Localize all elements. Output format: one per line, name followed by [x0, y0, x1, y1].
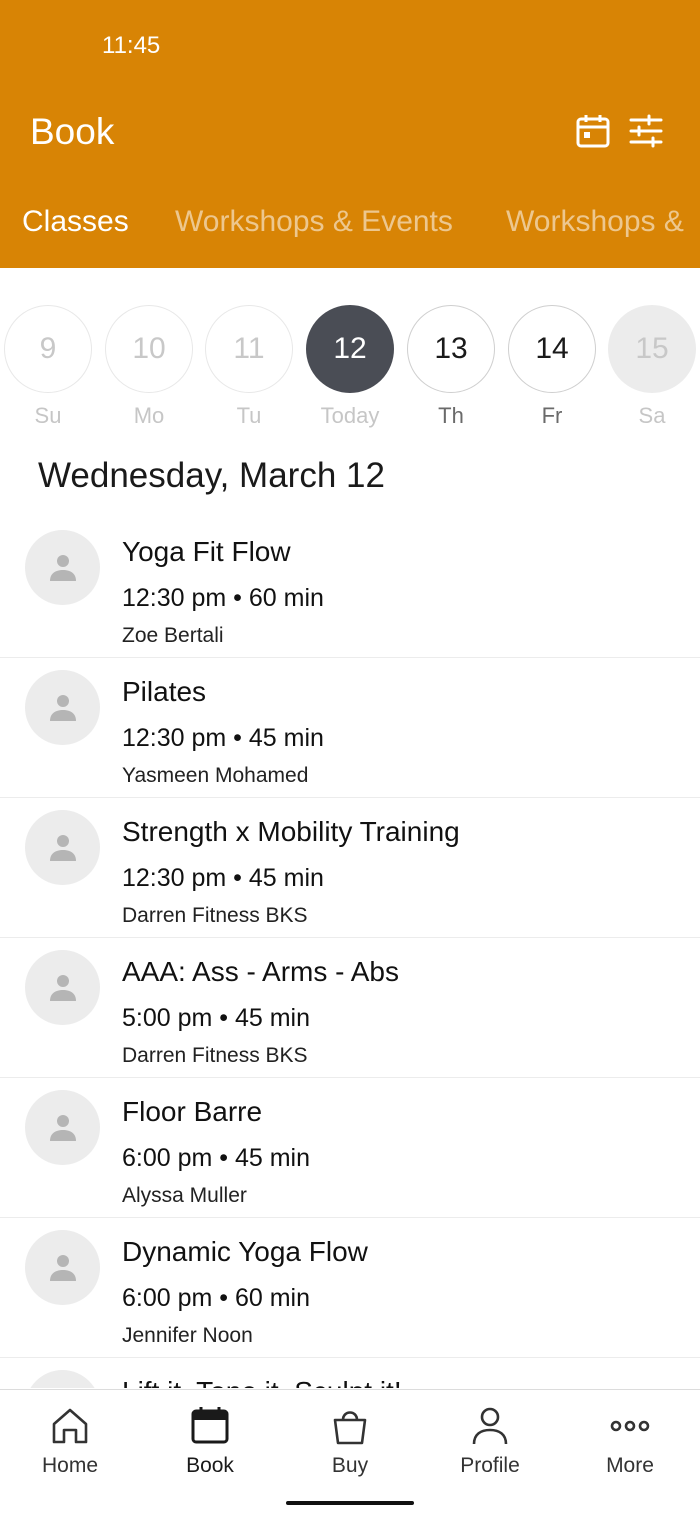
nav-profile[interactable]: Profile [435, 1404, 545, 1478]
class-time: 12:30 pm • 60 min [122, 584, 324, 612]
instructor-avatar [25, 1230, 100, 1305]
person-placeholder-icon [49, 694, 76, 721]
category-tabs: Classes Workshops & Events Workshops & [0, 205, 700, 255]
app-header: 11:45 Book Classes Workshops & Events Wo… [0, 0, 700, 268]
instructor-avatar [25, 530, 100, 605]
class-instructor: Alyssa Muller [122, 1184, 247, 1207]
day-selector: 9 Su 10 Mo 11 Tu 12 Today 13 Th 14 Fr 15… [0, 305, 700, 435]
day-number: 14 [508, 305, 596, 393]
day-10[interactable]: 10 Mo [104, 305, 194, 429]
day-15[interactable]: 15 Sa [607, 305, 697, 429]
day-number: 15 [608, 305, 696, 393]
class-time: 6:00 pm • 45 min [122, 1144, 311, 1172]
instructor-avatar [25, 1370, 100, 1388]
day-label: Today [320, 403, 380, 428]
class-list: Yoga Fit Flow 12:30 pm • 60 min Zoe Bert… [0, 518, 700, 1388]
day-14[interactable]: 14 Fr [507, 305, 597, 429]
class-time: 12:30 pm • 45 min [122, 724, 324, 752]
page-title: Book [30, 111, 115, 152]
class-instructor: Jennifer Noon [122, 1324, 253, 1347]
nav-label: Home [41, 1454, 99, 1477]
class-name: AAA: Ass - Arms - Abs [122, 956, 399, 987]
tab-workshops-events[interactable]: Workshops & Events [175, 205, 453, 239]
instructor-avatar [25, 670, 100, 745]
nav-label: More [606, 1454, 654, 1477]
class-name: Strength x Mobility Training [122, 816, 460, 847]
person-icon [468, 1404, 512, 1448]
day-11[interactable]: 11 Tu [204, 305, 294, 429]
shopping-bag-icon [328, 1404, 372, 1448]
day-13[interactable]: 13 Th [406, 305, 496, 429]
class-item[interactable]: Floor Barre 6:00 pm • 45 min Alyssa Mull… [0, 1078, 700, 1218]
class-instructor: Darren Fitness BKS [122, 1044, 308, 1067]
nav-buy[interactable]: Buy [295, 1404, 405, 1478]
class-item[interactable]: Dynamic Yoga Flow 6:00 pm • 60 min Jenni… [0, 1218, 700, 1358]
tab-classes[interactable]: Classes [22, 205, 129, 239]
person-placeholder-icon [49, 834, 76, 861]
more-dots-icon [608, 1404, 652, 1448]
instructor-avatar [25, 1090, 100, 1165]
day-label: Th [438, 403, 464, 428]
day-label: Tu [236, 403, 262, 428]
instructor-avatar [25, 810, 100, 885]
class-item[interactable]: Pilates 12:30 pm • 45 min Yasmeen Mohame… [0, 658, 700, 798]
day-number: 11 [205, 305, 293, 393]
day-number: 12 [306, 305, 394, 393]
class-name: Yoga Fit Flow [122, 536, 291, 567]
class-item[interactable]: Yoga Fit Flow 12:30 pm • 60 min Zoe Bert… [0, 518, 700, 658]
day-number: 13 [407, 305, 495, 393]
class-item[interactable]: Strength x Mobility Training 12:30 pm • … [0, 798, 700, 938]
calendar-icon[interactable] [574, 112, 612, 150]
class-item[interactable]: AAA: Ass - Arms - Abs 5:00 pm • 45 min D… [0, 938, 700, 1078]
nav-label: Buy [331, 1454, 369, 1477]
day-number: 10 [105, 305, 193, 393]
class-time: 5:00 pm • 45 min [122, 1004, 311, 1032]
bottom-navigation: Home Book Buy Profile More [0, 1389, 700, 1518]
day-label: Sa [638, 403, 666, 428]
calendar-book-icon [188, 1404, 232, 1448]
class-time: 12:30 pm • 45 min [122, 864, 324, 892]
day-label: Su [34, 403, 62, 428]
day-9[interactable]: 9 Su [3, 305, 93, 429]
class-name: Pilates [122, 676, 207, 707]
class-name: Lift it, Tone it, Sculpt it! [122, 1376, 402, 1388]
nav-book[interactable]: Book [155, 1404, 265, 1478]
filter-sliders-icon[interactable] [627, 112, 665, 150]
person-placeholder-icon [49, 1254, 76, 1281]
instructor-avatar [25, 950, 100, 1025]
day-12-today[interactable]: 12 Today [305, 305, 395, 429]
nav-label: Profile [460, 1454, 520, 1477]
class-instructor: Darren Fitness BKS [122, 904, 308, 927]
day-number: 9 [4, 305, 92, 393]
class-instructor: Zoe Bertali [122, 624, 224, 647]
status-bar-time: 11:45 [102, 32, 161, 59]
day-label: Fr [541, 403, 563, 428]
nav-home[interactable]: Home [15, 1404, 125, 1478]
nav-label: Book [186, 1454, 234, 1477]
class-item[interactable]: Lift it, Tone it, Sculpt it! [0, 1358, 700, 1388]
date-heading: Wednesday, March 12 [38, 456, 385, 495]
class-name: Floor Barre [122, 1096, 263, 1127]
tab-workshops-more[interactable]: Workshops & [506, 205, 684, 239]
person-placeholder-icon [49, 1114, 76, 1141]
class-instructor: Yasmeen Mohamed [122, 764, 309, 787]
class-name: Dynamic Yoga Flow [122, 1236, 368, 1267]
nav-more[interactable]: More [575, 1404, 685, 1478]
day-label: Mo [133, 403, 165, 428]
person-placeholder-icon [49, 554, 76, 581]
person-placeholder-icon [49, 974, 76, 1001]
class-time: 6:00 pm • 60 min [122, 1284, 311, 1312]
home-icon [48, 1404, 92, 1448]
home-indicator [286, 1501, 414, 1505]
